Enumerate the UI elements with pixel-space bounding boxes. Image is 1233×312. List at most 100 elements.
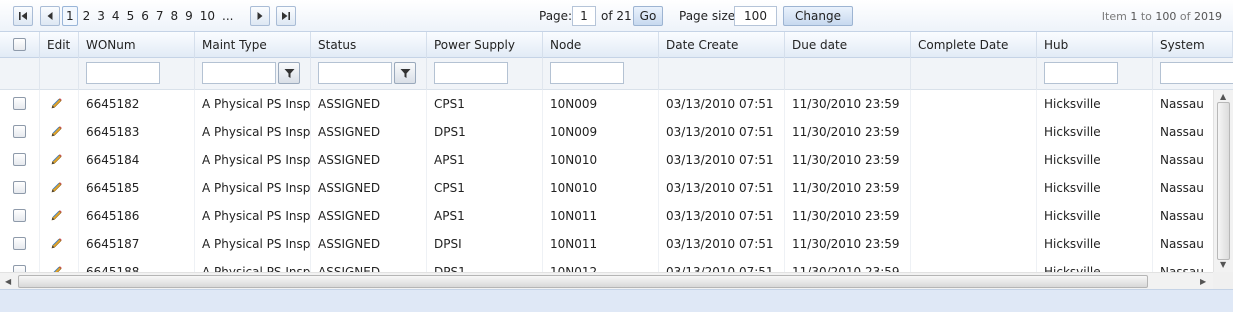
system-cell: Nassau [1160,181,1204,195]
node-filter-input[interactable] [550,62,624,84]
next-page-icon [257,12,263,20]
node-cell: 10N011 [543,202,659,230]
pencil-icon[interactable] [50,181,63,194]
table-row[interactable]: 6645182 A Physical PS Insp ASSIGNED CPS1… [0,90,1213,118]
row-checkbox[interactable] [13,125,26,138]
page-size-input[interactable]: 100 [734,6,777,26]
pencil-icon[interactable] [50,153,63,166]
status-filter-button[interactable] [394,62,416,84]
scroll-left-icon[interactable]: ◀ [5,277,11,287]
filter-cell-select [0,58,40,90]
vertical-scrollbar[interactable]: ▲ ▼ [1213,90,1233,272]
wonum-filter-input[interactable] [86,62,160,84]
scroll-up-icon[interactable]: ▲ [1220,92,1226,102]
page-link-current[interactable]: 1 [62,6,78,26]
change-button[interactable]: Change [783,6,853,26]
system-cell: Nassau [1160,153,1204,167]
maint-type-cell: A Physical PS Insp [195,146,311,174]
table-row[interactable]: 6645184 A Physical PS Insp ASSIGNED APS1… [0,146,1213,174]
column-header-complete-date[interactable]: Complete Date [911,32,1037,58]
go-button[interactable]: Go [633,6,663,26]
item-total: 2019 [1194,10,1222,23]
system-cell: Nassau [1160,237,1204,251]
item-of-label: of [1179,10,1191,23]
pencil-icon[interactable] [50,237,63,250]
due-date-cell: 11/30/2010 23:59 [785,118,911,146]
node-cell: 10N011 [543,230,659,258]
due-date-cell: 11/30/2010 23:59 [785,230,911,258]
last-page-button[interactable] [276,6,296,26]
row-edit-cell [40,258,79,272]
page-number-input[interactable]: 1 [572,6,596,26]
item-to-label: to [1140,10,1152,23]
row-checkbox[interactable] [13,237,26,250]
page-link[interactable]: 9 [183,7,195,25]
scroll-down-icon[interactable]: ▼ [1220,260,1226,270]
filter-icon [400,68,410,78]
wonum-cell: 6645183 [79,118,195,146]
table-row[interactable]: 6645185 A Physical PS Insp ASSIGNED CPS1… [0,174,1213,202]
power-supply-cell: CPS1 [427,174,543,202]
page-link[interactable]: 2 [81,7,93,25]
table-row[interactable]: 6645186 A Physical PS Insp ASSIGNED APS1… [0,202,1213,230]
row-checkbox[interactable] [13,209,26,222]
system-filter-input[interactable] [1160,62,1233,84]
column-header-edit[interactable]: Edit [40,32,79,58]
scrollbar-corner [1213,272,1233,289]
complete-date-cell [911,202,1037,230]
select-all-header [0,32,40,58]
column-header-power-supply[interactable]: Power Supply [427,32,543,58]
column-header-date-create[interactable]: Date Create [659,32,785,58]
row-checkbox[interactable] [13,181,26,194]
due-date-cell: 11/30/2010 23:59 [785,174,911,202]
maint-type-cell: A Physical PS Insp [195,174,311,202]
prev-page-button[interactable] [40,6,60,26]
page-link[interactable]: 6 [139,7,151,25]
page-link[interactable]: 10 [198,7,217,25]
pencil-icon[interactable] [50,97,63,110]
next-page-button[interactable] [250,6,270,26]
column-header-status[interactable]: Status [311,32,427,58]
filter-cell-hub [1037,58,1153,90]
pencil-icon[interactable] [50,125,63,138]
system-cell: Nassau [1160,97,1204,111]
column-header-system[interactable]: System [1153,32,1233,58]
select-all-checkbox[interactable] [13,38,26,51]
column-header-hub[interactable]: Hub [1037,32,1153,58]
status-cell: ASSIGNED [311,118,427,146]
table-row[interactable]: 6645187 A Physical PS Insp ASSIGNED DPSI… [0,230,1213,258]
horizontal-scroll-thumb[interactable] [18,275,1148,288]
power-supply-filter-input[interactable] [434,62,508,84]
row-checkbox[interactable] [13,265,26,272]
first-page-button[interactable] [13,6,33,26]
page-link[interactable]: 4 [110,7,122,25]
column-header-node[interactable]: Node [543,32,659,58]
status-filter-input[interactable] [318,62,392,84]
horizontal-scrollbar[interactable]: ◀ ▶ [0,272,1213,289]
pencil-icon[interactable] [50,265,63,272]
page-link-more[interactable]: ... [220,7,235,25]
maint-type-filter-input[interactable] [202,62,276,84]
page-link[interactable]: 3 [95,7,107,25]
column-header-wonum[interactable]: WONum [79,32,195,58]
node-cell: 10N009 [543,118,659,146]
scroll-right-icon[interactable]: ▶ [1200,277,1206,287]
status-cell: ASSIGNED [311,202,427,230]
column-header-maint-type[interactable]: Maint Type [195,32,311,58]
hub-cell: Hicksville [1037,202,1153,230]
power-supply-cell: DPSI [427,230,543,258]
page-link[interactable]: 8 [168,7,180,25]
page-link[interactable]: 5 [125,7,137,25]
row-checkbox[interactable] [13,97,26,110]
column-header-due-date[interactable]: Due date [785,32,911,58]
table-row[interactable]: 6645183 A Physical PS Insp ASSIGNED DPS1… [0,118,1213,146]
filter-cell-status [311,58,427,90]
maint-type-filter-button[interactable] [278,62,300,84]
date-create-cell: 03/13/2010 07:51 [659,230,785,258]
row-checkbox[interactable] [13,153,26,166]
pencil-icon[interactable] [50,209,63,222]
page-link[interactable]: 7 [154,7,166,25]
table-row[interactable]: 6645188 A Physical PS Insp ASSIGNED DPS1… [0,258,1213,272]
hub-filter-input[interactable] [1044,62,1118,84]
vertical-scroll-thumb[interactable] [1217,102,1230,260]
